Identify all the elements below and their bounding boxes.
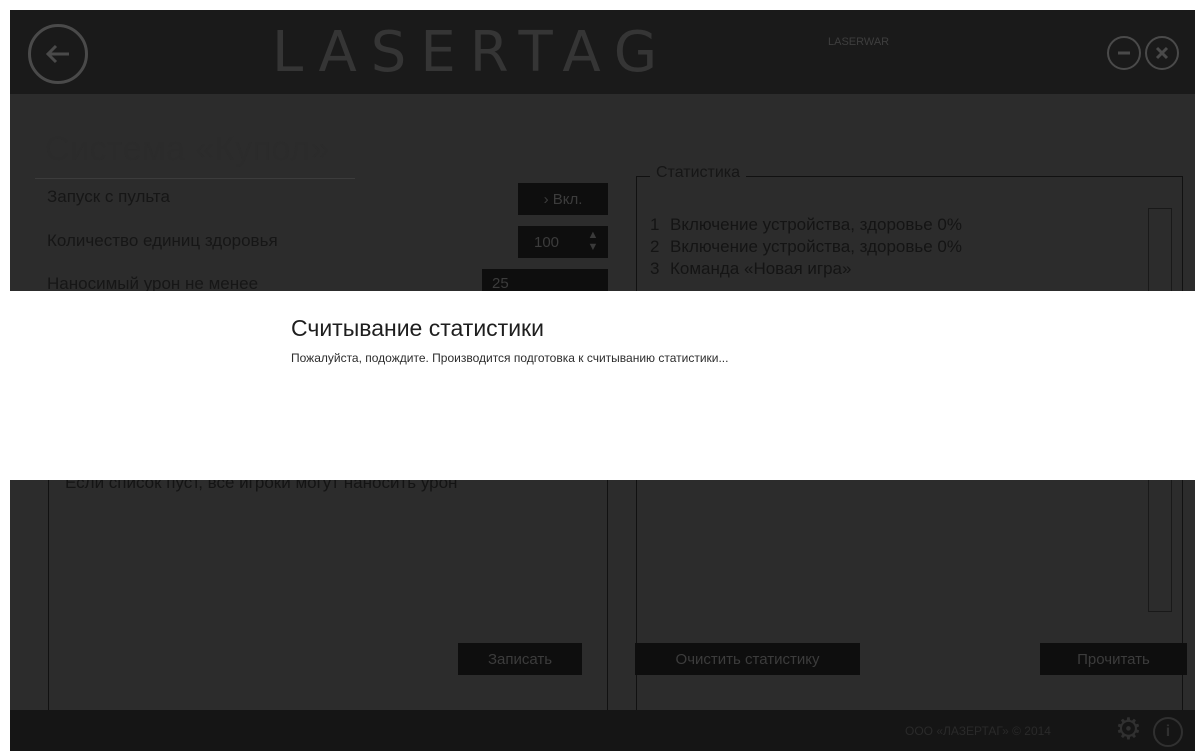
health-units-value: 100 [534, 233, 560, 251]
info-icon[interactable]: i [1153, 717, 1183, 747]
page-title: Система «Купол» [45, 130, 330, 168]
app-logo: LASERTAG [272, 20, 672, 85]
statistics-legend: Статистика [650, 164, 747, 182]
header-bar: LASERTAG LASERWAR [10, 10, 1195, 94]
dialog-message: Пожалуйста, подождите. Производится подг… [291, 351, 729, 365]
health-units-stepper[interactable]: 100 ▲ ▼ [518, 226, 608, 258]
minimize-button[interactable] [1107, 36, 1141, 70]
write-button[interactable]: Записать [458, 643, 582, 675]
health-units-label: Количество единиц здоровья [47, 231, 278, 250]
copyright-text: ООО «ЛАЗЕРТАГ» © 2014 [905, 724, 1051, 738]
statistics-list: 1 Включение устройства, здоровье 0% 2 Вклю… [650, 214, 962, 280]
gear-icon[interactable]: ⚙ [1115, 715, 1142, 745]
dialog-title: Считывание статистики [291, 315, 544, 341]
close-button[interactable] [1145, 36, 1179, 70]
list-item: 1 Включение устройства, здоровье 0% [650, 215, 963, 234]
list-item: 3 Команда «Новая игра» [650, 259, 852, 278]
clear-statistics-button[interactable]: Очистить статистику [635, 643, 860, 675]
footer-bar: ООО «ЛАЗЕРТАГ» © 2014 ⚙ i [10, 710, 1195, 751]
minus-icon [1118, 51, 1130, 55]
reading-statistics-dialog: Считывание статистики Пожалуйста, подожд… [10, 291, 1195, 480]
launch-from-remote-label: Запуск с пульта [47, 187, 170, 206]
close-icon [1155, 46, 1169, 60]
arrow-left-icon [45, 44, 69, 64]
logo-subtitle: LASERWAR [828, 36, 890, 48]
list-item: 2 Включение устройства, здоровье 0% [650, 237, 963, 256]
launch-toggle-button[interactable]: › Вкл. [518, 183, 608, 215]
back-button[interactable] [28, 24, 88, 84]
title-underline [35, 178, 355, 179]
read-button[interactable]: Прочитать [1040, 643, 1187, 675]
min-damage-value: 25 [492, 274, 509, 292]
stepper-arrows-icon[interactable]: ▲ ▼ [586, 229, 600, 253]
